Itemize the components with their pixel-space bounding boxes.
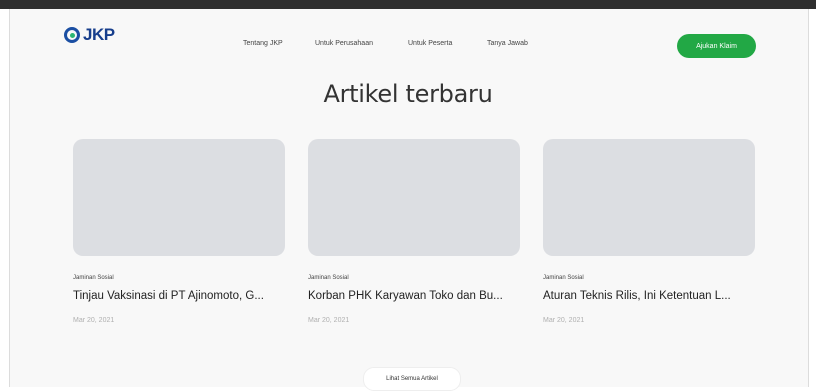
article-category: Jaminan Sosial [308,275,349,281]
article-card[interactable]: Jaminan Sosial Aturan Teknis Rilis, Ini … [543,139,755,324]
nav-tanya-jawab[interactable]: Tanya Jawab [487,40,528,47]
article-category: Jaminan Sosial [73,275,114,281]
article-image-placeholder[interactable] [73,139,285,256]
article-title[interactable]: Aturan Teknis Rilis, Ini Ketentuan L... [543,290,755,302]
section-title: Artikel terbaru [323,80,493,108]
article-card[interactable]: Jaminan Sosial Tinjau Vaksinasi di PT Aj… [73,139,285,324]
article-image-placeholder[interactable] [308,139,520,256]
nav-tentang-jkp[interactable]: Tentang JKP [243,40,283,47]
article-title[interactable]: Korban PHK Karyawan Toko dan Bu... [308,290,520,302]
nav-untuk-perusahaan[interactable]: Untuk Perusahaan [315,40,373,47]
ajukan-klaim-button[interactable]: Ajukan Klaim [677,34,756,58]
logo[interactable]: JKP [64,25,115,45]
article-date: Mar 20, 2021 [543,317,585,324]
top-bar [0,0,816,9]
article-date: Mar 20, 2021 [308,317,350,324]
article-category: Jaminan Sosial [543,275,584,281]
article-card[interactable]: Jaminan Sosial Korban PHK Karyawan Toko … [308,139,520,324]
logo-text: JKP [83,25,115,44]
nav-untuk-peserta[interactable]: Untuk Peserta [408,40,452,47]
article-title[interactable]: Tinjau Vaksinasi di PT Ajinomoto, G... [73,290,285,302]
jkp-logo-icon [64,27,80,43]
see-all-articles-button[interactable]: Lihat Semua Artikel [363,367,461,391]
article-date: Mar 20, 2021 [73,317,115,324]
article-image-placeholder[interactable] [543,139,755,256]
